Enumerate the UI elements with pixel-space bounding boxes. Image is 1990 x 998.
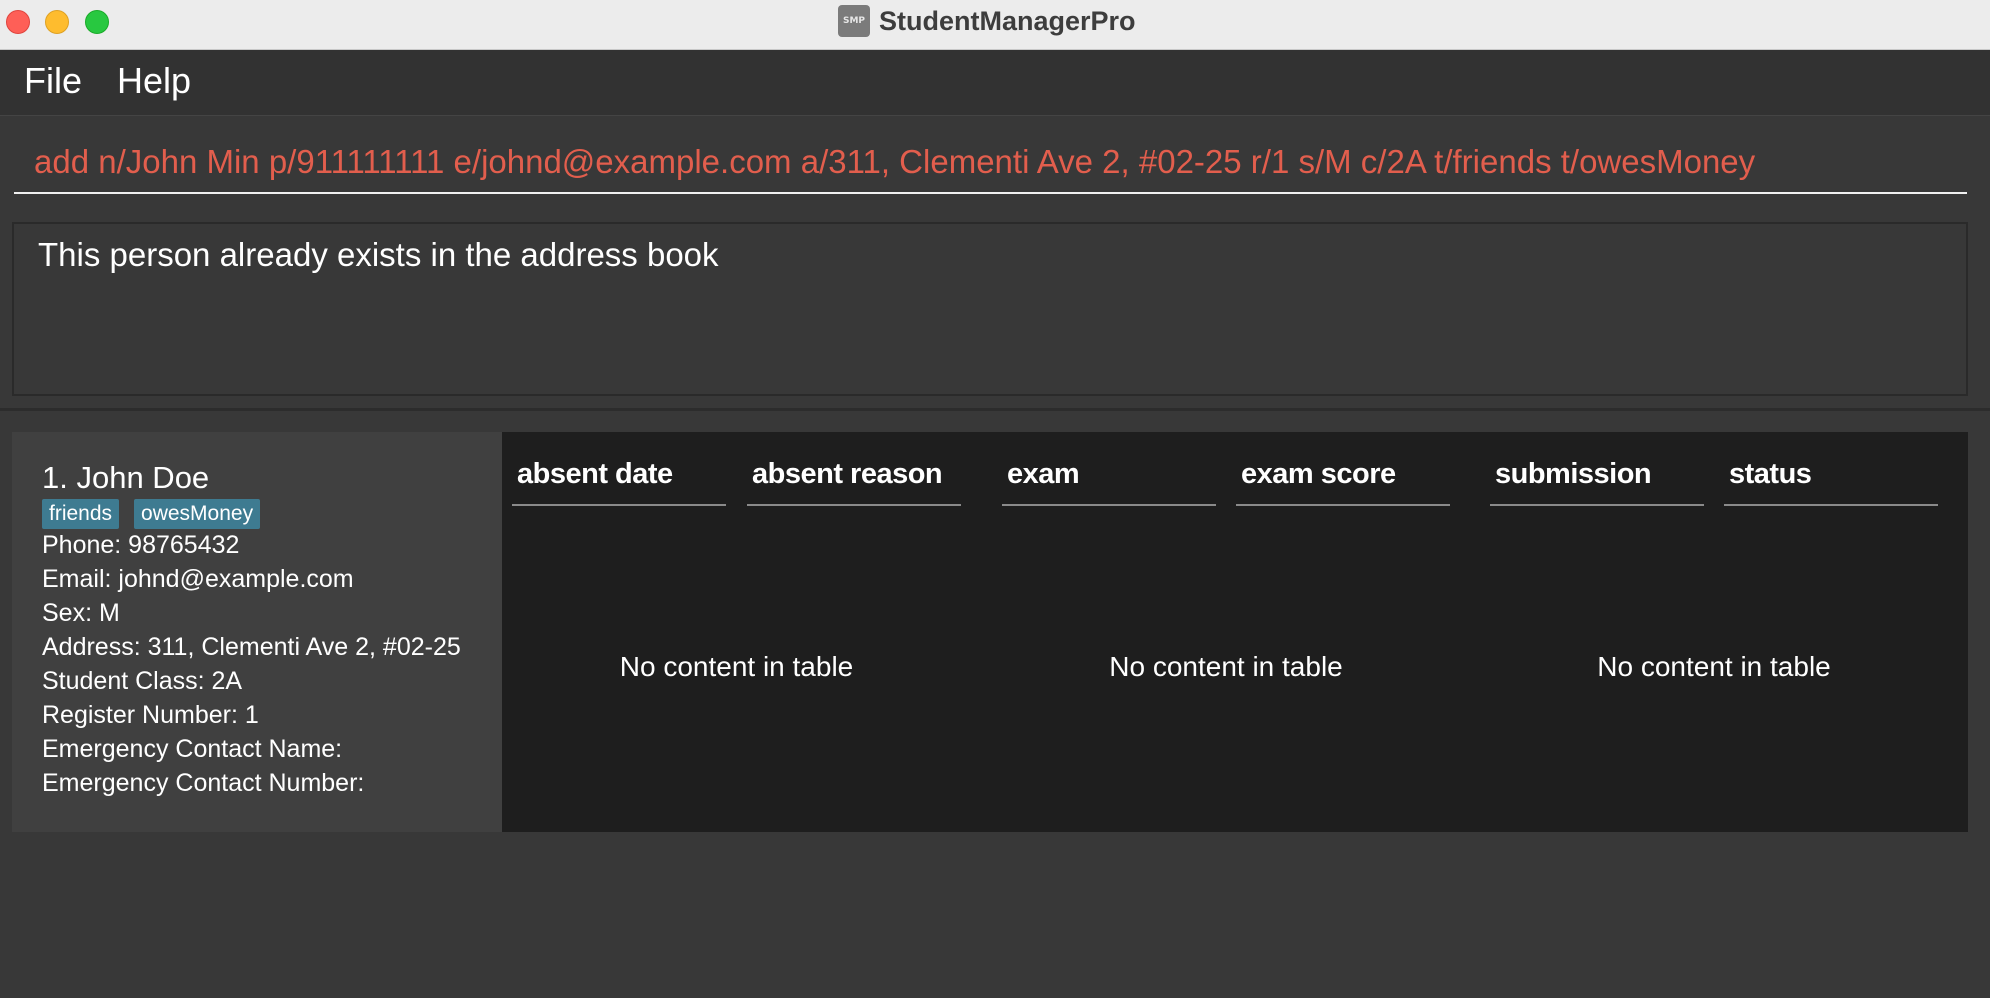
person-emergency-contact-number: Emergency Contact Number: [42, 769, 365, 797]
app-logo-icon: SMP [838, 5, 870, 37]
column-header-exam[interactable]: exam [1002, 458, 1216, 506]
column-header-status[interactable]: status [1724, 458, 1938, 506]
person-register-number: Register Number: 1 [42, 701, 259, 729]
person-sex: Sex: M [42, 599, 120, 627]
person-emergency-contact-name: Emergency Contact Name: [42, 735, 343, 763]
column-header-absent-date[interactable]: absent date [512, 458, 726, 506]
menu-file[interactable]: File [24, 60, 82, 102]
empty-list-area [0, 832, 1990, 998]
attendance-table-empty: No content in table [619, 651, 854, 682]
command-input[interactable] [14, 132, 1967, 194]
window-title: StudentManagerPro [879, 5, 1136, 36]
person-address: Address: 311, Clementi Ave 2, #02-25 [42, 633, 461, 661]
window-title-group: SMP StudentManagerPro [838, 5, 1136, 37]
minimize-window-button[interactable] [45, 10, 69, 34]
tag-list: friends owesMoney [42, 499, 261, 529]
person-student-class: Student Class: 2A [42, 667, 243, 695]
tag-friends: friends [42, 499, 120, 529]
person-card[interactable]: 1. John Doe friends owesMoney Phone: 987… [12, 432, 502, 832]
column-header-exam-score[interactable]: exam score [1236, 458, 1450, 506]
command-box [0, 115, 1990, 211]
records-tables-panel: absent date absent reason No content in … [502, 432, 1968, 832]
menu-bar: File Help [0, 50, 1990, 115]
title-bar: SMP StudentManagerPro [0, 0, 1990, 50]
maximize-window-button[interactable] [85, 10, 109, 34]
person-email: Email: johnd@example.com [42, 565, 354, 593]
submission-table-empty: No content in table [1597, 651, 1831, 682]
close-window-button[interactable] [6, 10, 30, 34]
result-message: This person already exists in the addres… [38, 236, 719, 273]
column-header-absent-reason[interactable]: absent reason [747, 458, 961, 506]
tag-owes-money: owesMoney [134, 499, 261, 529]
section-divider [0, 408, 1990, 411]
person-name: 1. John Doe [42, 460, 210, 495]
column-header-submission[interactable]: submission [1490, 458, 1704, 506]
person-phone: Phone: 98765432 [42, 531, 240, 559]
exam-table-empty: No content in table [1109, 651, 1343, 682]
menu-help[interactable]: Help [117, 60, 191, 102]
result-display: This person already exists in the addres… [12, 222, 1968, 396]
